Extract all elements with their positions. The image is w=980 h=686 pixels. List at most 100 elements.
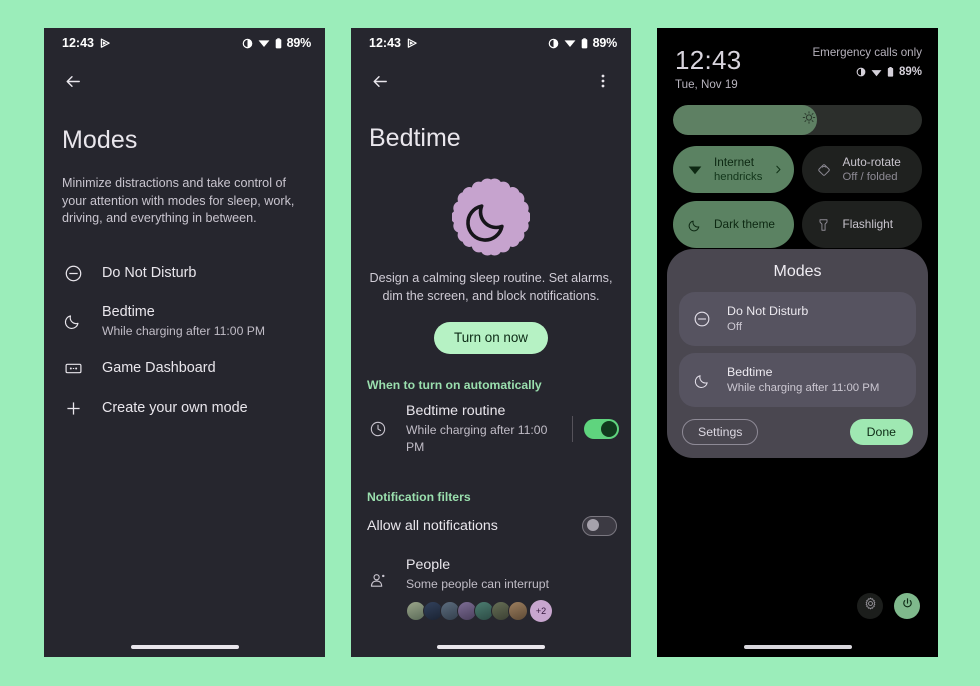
- moon-icon: [62, 310, 84, 332]
- power-button[interactable]: [894, 593, 920, 619]
- toggle-knob: [601, 420, 617, 437]
- status-time: 12:43: [369, 36, 401, 50]
- tile-sublabel: hendricks: [714, 170, 763, 183]
- people-row[interactable]: People Some people can interrupt +2: [351, 548, 631, 632]
- tile-internet[interactable]: Internet hendricks: [673, 146, 794, 193]
- battery-icon: [581, 37, 588, 49]
- modes-dialog: Modes Do Not Disturb Off Bedtime While c…: [667, 249, 928, 459]
- modes-list: Do Not Disturb Bedtime While charging af…: [44, 254, 325, 429]
- tile-label: Dark theme: [714, 217, 775, 231]
- tile-label: Auto-rotate: [842, 154, 901, 169]
- plus-icon: [62, 398, 84, 420]
- tile-flashlight[interactable]: Flashlight: [801, 201, 922, 248]
- dialog-item-title: Do Not Disturb: [727, 304, 809, 318]
- tile-text: Auto-rotate Off / folded: [843, 155, 911, 185]
- toggle-knob: [587, 519, 599, 532]
- allow-all-notifications-toggle[interactable]: [582, 515, 617, 536]
- arrow-back-icon[interactable]: [61, 69, 85, 93]
- home-indicator[interactable]: [437, 645, 545, 649]
- bedtime-routine-text: Bedtime routine While charging after 11:…: [406, 402, 568, 456]
- game-dashboard-icon: [62, 358, 84, 380]
- dialog-done-button[interactable]: Done: [849, 419, 913, 446]
- mode-item-subtitle: While charging after 11:00 PM: [102, 323, 266, 338]
- home-indicator[interactable]: [130, 645, 239, 649]
- mode-item-game-dashboard[interactable]: Game Dashboard: [44, 349, 325, 389]
- wifi-icon: [564, 38, 576, 48]
- turn-on-now-button[interactable]: Turn on now: [434, 322, 548, 354]
- tile-label: Flashlight: [842, 217, 894, 231]
- arrow-back-icon[interactable]: [368, 69, 392, 93]
- section-header-filters: Notification filters: [367, 489, 471, 504]
- flashlight-icon: [814, 218, 834, 232]
- mode-item-text: Bedtime While charging after 11:00 PM: [102, 303, 265, 340]
- cast-icon: [100, 38, 111, 49]
- row-title: Bedtime routine: [406, 402, 506, 419]
- lock-clock: 12:43: [675, 45, 742, 75]
- cta-container: Turn on now: [351, 322, 631, 354]
- lock-bottom-buttons: [857, 593, 920, 619]
- mode-item-do-not-disturb[interactable]: Do Not Disturb: [44, 254, 325, 294]
- tile-sublabel: Off / folded: [842, 170, 898, 183]
- brightness-slider[interactable]: [673, 105, 922, 135]
- do-not-disturb-icon: [691, 310, 713, 328]
- mode-item-text: Create your own mode: [102, 399, 248, 418]
- avatar[interactable]: [508, 600, 528, 621]
- auto-rotate-icon: [814, 163, 834, 177]
- tile-dark-theme[interactable]: Dark theme: [673, 201, 794, 248]
- home-indicator[interactable]: [743, 645, 852, 649]
- dialog-settings-button[interactable]: Settings: [682, 419, 759, 446]
- dialog-item-subtitle: While charging after 11:00 PM: [727, 382, 880, 394]
- more-vert-icon[interactable]: [591, 69, 615, 93]
- dialog-actions: Settings Done: [679, 419, 916, 446]
- wifi-icon: [685, 164, 705, 175]
- battery-percent: 89%: [592, 36, 618, 50]
- mode-item-create-own[interactable]: Create your own mode: [44, 389, 325, 429]
- dialog-item-text: Bedtime While charging after 11:00 PM: [727, 364, 879, 396]
- page-title: Modes: [62, 126, 138, 154]
- avatar-overflow-badge[interactable]: +2: [530, 599, 552, 622]
- dialog-item-bedtime[interactable]: Bedtime While charging after 11:00 PM: [679, 353, 916, 407]
- allow-all-notifications-row[interactable]: Allow all notifications: [351, 504, 631, 548]
- dialog-item-subtitle: Off: [727, 321, 742, 333]
- mode-item-title: Create your own mode: [102, 400, 248, 417]
- moon-icon: [691, 372, 713, 389]
- page-description: Minimize distractions and take control o…: [62, 176, 295, 226]
- section-header-auto: When to turn on automatically: [367, 377, 542, 392]
- cast-icon: [407, 38, 418, 49]
- bedtime-routine-toggle[interactable]: [584, 418, 619, 439]
- mode-item-title: Game Dashboard: [102, 360, 216, 377]
- battery-percent: 89%: [286, 36, 312, 50]
- people-text: People Some people can interrupt +2: [406, 556, 619, 622]
- row-divider: [572, 415, 573, 442]
- battery-percent: 89%: [898, 66, 922, 78]
- tile-auto-rotate[interactable]: Auto-rotate Off / folded: [801, 146, 922, 193]
- status-bar: 12:43 89%: [351, 28, 631, 58]
- bedtime-badge: [351, 178, 631, 256]
- quick-settings-tiles: Internet hendricks Auto-rotate Off / fol…: [673, 146, 922, 248]
- settings-button[interactable]: [857, 593, 883, 619]
- mode-item-title: Do Not Disturb: [102, 265, 197, 282]
- status-bar-right: 89%: [548, 36, 617, 50]
- row-subtitle: Some people can interrupt: [406, 576, 549, 591]
- bedtime-routine-row[interactable]: Bedtime routine While charging after 11:…: [351, 392, 631, 466]
- lock-status-icons: 89%: [812, 66, 922, 78]
- screenshot-stage: 12:43 89% Modes Minimize distractions an…: [0, 0, 980, 686]
- dialog-item-title: Bedtime: [727, 365, 773, 379]
- battery-icon: [887, 67, 894, 77]
- dialog-item-do-not-disturb[interactable]: Do Not Disturb Off: [679, 292, 916, 346]
- mode-item-bedtime[interactable]: Bedtime While charging after 11:00 PM: [44, 294, 325, 349]
- contrast-icon: [242, 38, 253, 49]
- status-bar-left: 12:43: [62, 36, 111, 50]
- chevron-right-icon[interactable]: [774, 161, 783, 179]
- tile-text: Internet hendricks: [714, 155, 782, 185]
- app-bar: [351, 58, 631, 104]
- status-bar-left: 12:43: [369, 36, 418, 50]
- contrast-icon: [856, 67, 866, 77]
- lock-header: 12:43 Tue, Nov 19 Emergency calls only 8…: [657, 28, 938, 91]
- row-label: Allow all notifications: [367, 517, 498, 534]
- tile-text: Dark theme: [714, 217, 782, 232]
- dialog-item-text: Do Not Disturb Off: [727, 303, 808, 335]
- moon-badge-icon: [452, 178, 530, 256]
- dialog-title: Modes: [773, 263, 822, 280]
- carrier-label: Emergency calls only: [812, 46, 922, 59]
